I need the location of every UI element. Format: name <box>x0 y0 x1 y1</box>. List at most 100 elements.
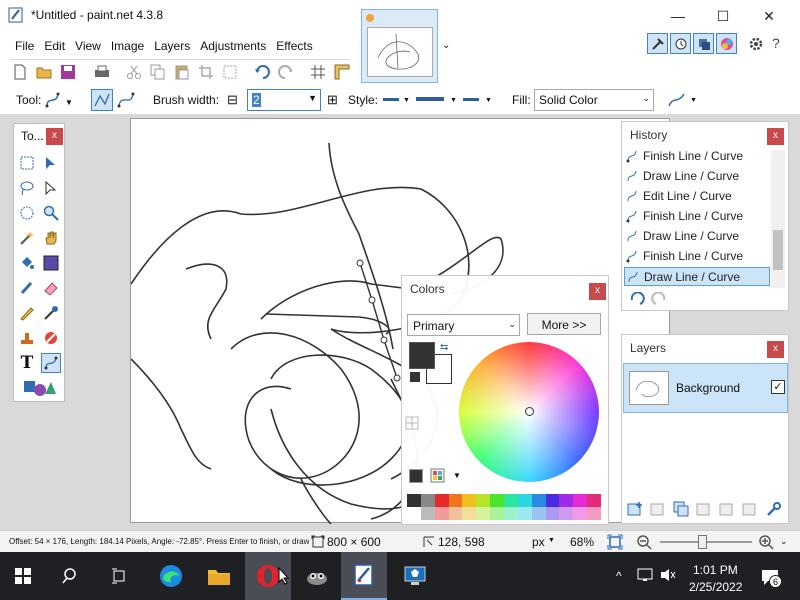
zoom-chevron-icon[interactable]: ⌄ <box>780 536 788 547</box>
minimize-button[interactable]: — <box>655 0 701 32</box>
tool-dropdown-chevron-icon[interactable]: ▼ <box>65 98 73 107</box>
deselect-icon[interactable] <box>222 64 238 80</box>
gimp-app-icon[interactable] <box>294 552 340 600</box>
palette-chevron-icon[interactable]: ▼ <box>453 471 461 480</box>
antialiasing-icon[interactable] <box>668 92 686 108</box>
menu-file[interactable]: File <box>10 33 39 59</box>
cut-icon[interactable] <box>126 64 142 80</box>
zoom-tool-icon[interactable] <box>41 203 61 223</box>
dash-style-icon[interactable] <box>416 97 444 101</box>
shapes-tool-icon[interactable] <box>22 378 58 398</box>
rectangle-select-tool-icon[interactable] <box>17 153 37 173</box>
grid-icon[interactable] <box>310 64 326 80</box>
menu-layers[interactable]: Layers <box>149 33 195 59</box>
close-button[interactable]: ✕ <box>746 0 792 32</box>
eraser-tool-icon[interactable] <box>41 278 61 298</box>
text-tool-icon[interactable]: T <box>17 353 37 373</box>
undo-icon[interactable] <box>254 64 270 80</box>
color-palette[interactable] <box>407 494 602 520</box>
recolor-tool-icon[interactable] <box>41 328 61 348</box>
line-cap-start-chevron-icon[interactable]: ▼ <box>403 97 410 104</box>
search-icon[interactable] <box>48 552 94 600</box>
redo-icon[interactable] <box>278 64 294 80</box>
paintbrush-tool-icon[interactable] <box>17 278 37 298</box>
history-scroll-thumb[interactable] <box>773 230 783 270</box>
dash-style-chevron-icon[interactable]: ▼ <box>450 97 457 104</box>
antialiasing-chevron-icon[interactable]: ▼ <box>690 97 697 104</box>
paste-icon[interactable] <box>174 64 190 80</box>
settings-gear-icon[interactable] <box>748 36 764 52</box>
merge-layer-down-icon[interactable] <box>696 501 712 517</box>
ruler-icon[interactable] <box>334 64 350 80</box>
remote-desktop-icon[interactable] <box>392 552 438 600</box>
menu-effects[interactable]: Effects <box>271 33 317 59</box>
move-layer-down-icon[interactable] <box>742 501 758 517</box>
history-scrollbar[interactable] <box>771 150 785 288</box>
tools-window-toggle-icon[interactable] <box>647 33 668 54</box>
line-cap-end-chevron-icon[interactable]: ▼ <box>485 97 492 104</box>
history-item-selected[interactable]: Draw Line / Curve <box>624 267 770 286</box>
color-picker-tool-icon[interactable] <box>41 303 61 323</box>
add-layer-icon[interactable] <box>627 501 643 517</box>
gradient-tool-icon[interactable] <box>41 253 61 273</box>
status-unit[interactable]: px <box>532 535 545 549</box>
task-view-icon[interactable] <box>96 552 142 600</box>
crop-icon[interactable] <box>198 64 214 80</box>
history-item[interactable]: Draw Line / Curve <box>624 167 770 186</box>
pencil-tool-icon[interactable] <box>17 303 37 323</box>
help-icon[interactable]: ? <box>772 35 780 51</box>
show-hidden-icons-chevron-icon[interactable]: ^ <box>616 569 622 583</box>
swap-colors-icon[interactable]: ⇆ <box>440 342 448 353</box>
lasso-select-tool-icon[interactable] <box>17 178 37 198</box>
notifications-icon[interactable]: 6 <box>760 568 782 588</box>
menu-image[interactable]: Image <box>106 33 149 59</box>
history-undo-icon[interactable] <box>628 292 646 306</box>
curve-type-spline-icon[interactable] <box>91 89 113 111</box>
color-wheel-picker[interactable] <box>525 407 534 416</box>
menu-edit[interactable]: Edit <box>39 33 70 59</box>
history-window-close-button[interactable]: x <box>767 128 784 145</box>
primary-color-swatch[interactable] <box>409 342 435 369</box>
brush-width-increase-icon[interactable]: ⊞ <box>327 92 338 108</box>
history-item[interactable]: Finish Line / Curve <box>624 147 770 166</box>
move-layer-up-icon[interactable] <box>719 501 735 517</box>
print-icon[interactable] <box>94 64 110 80</box>
move-selection-tool-icon[interactable] <box>41 178 61 198</box>
open-folder-icon[interactable] <box>36 64 52 80</box>
layer-row-background[interactable]: Background ✓ <box>623 363 788 413</box>
reset-colors-icon[interactable] <box>410 372 420 382</box>
save-icon[interactable] <box>60 64 76 80</box>
history-item[interactable]: Draw Line / Curve <box>624 227 770 246</box>
line-cap-end-icon[interactable] <box>463 98 479 101</box>
duplicate-layer-icon[interactable] <box>673 501 689 517</box>
paintnet-taskbar-icon[interactable] <box>341 552 387 600</box>
paint-bucket-tool-icon[interactable] <box>17 253 37 273</box>
palette-primary-icon[interactable] <box>409 469 423 483</box>
copy-icon[interactable] <box>150 64 166 80</box>
history-item[interactable]: Finish Line / Curve <box>624 207 770 226</box>
pan-tool-icon[interactable] <box>41 228 61 248</box>
file-explorer-icon[interactable] <box>196 552 242 600</box>
magic-wand-tool-icon[interactable] <box>17 228 37 248</box>
colors-window-toggle-icon[interactable] <box>716 33 737 54</box>
line-curve-tool-icon[interactable] <box>44 91 64 109</box>
history-window-toggle-icon[interactable] <box>670 33 691 54</box>
zoom-out-icon[interactable] <box>636 534 652 550</box>
zoom-in-icon[interactable] <box>758 534 774 550</box>
line-cap-start-icon[interactable] <box>383 98 399 101</box>
color-wheel[interactable] <box>459 342 599 482</box>
layer-properties-icon[interactable] <box>766 501 782 517</box>
colors-window-close-button[interactable]: x <box>589 283 606 300</box>
history-redo-icon[interactable] <box>650 292 668 306</box>
menu-view[interactable]: View <box>70 33 106 59</box>
curve-type-bezier-icon[interactable] <box>117 91 135 109</box>
history-item[interactable]: Edit Line / Curve <box>624 187 770 206</box>
tools-window-close-button[interactable]: x <box>46 128 63 145</box>
tab-list-chevron-icon[interactable]: ⌄ <box>442 40 450 51</box>
color-mode-chevron-icon[interactable]: ⌄ <box>508 319 516 330</box>
brush-width-input[interactable]: 2 ▼ <box>247 89 321 111</box>
ellipse-select-tool-icon[interactable] <box>17 203 37 223</box>
clone-stamp-tool-icon[interactable] <box>17 328 37 348</box>
fill-mode-chevron-icon[interactable]: ⌄ <box>642 93 650 104</box>
maximize-button[interactable]: ☐ <box>700 0 746 32</box>
